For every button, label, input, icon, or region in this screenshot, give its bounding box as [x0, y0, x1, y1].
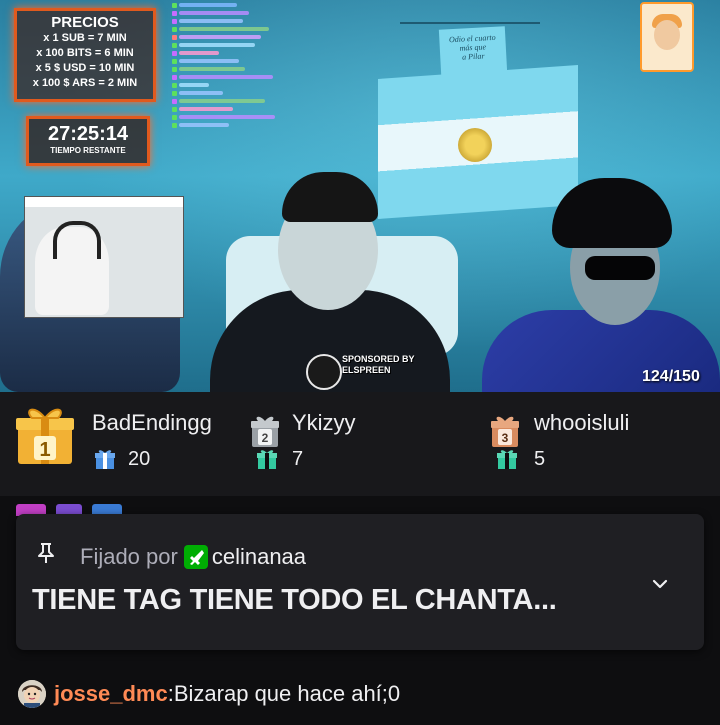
wall-poster-handwriting: Odio el cuarto más que a Pilar — [448, 32, 496, 62]
pinned-message-card[interactable]: Fijado por celinanaa TIENE TAG TIENE TODO… — [16, 514, 704, 650]
gift-icon — [497, 450, 517, 469]
leader-gifts-1: 20 — [128, 448, 151, 470]
sunglasses — [585, 256, 655, 280]
leader-gifts-2: 7 — [292, 448, 304, 470]
chat-username[interactable]: josse_dmc — [54, 681, 168, 707]
svg-text:2: 2 — [262, 431, 269, 445]
price-line-sub: x 1 SUB = 7 MIN — [43, 32, 127, 44]
leaderboard-entry-3[interactable]: 3 whooisluli 5 — [480, 404, 720, 484]
price-line-ars: x 100 $ ARS = 2 MIN — [32, 77, 138, 89]
viewer-count: 124/150 — [642, 368, 700, 385]
flag-sun-icon — [458, 128, 492, 162]
pinned-label: Fijado por — [80, 544, 178, 569]
pinned-message-text: TIENE TAG TIENE TODO EL CHANTA... — [32, 584, 557, 616]
price-line-usd: x 5 $ USD = 10 MIN — [35, 62, 135, 74]
avatar-face — [654, 20, 680, 50]
leader-name-3: whooisluli — [534, 410, 630, 435]
sponsor-line2: ELSPREEN — [342, 365, 391, 375]
chat-text: Bizarap que hace ahí;0 — [173, 681, 401, 706]
user-avatar[interactable] — [18, 680, 46, 708]
webcam-caption — [25, 197, 183, 207]
leader-name-2: Ykizyy — [292, 410, 356, 435]
stream-chat-overlay — [172, 2, 282, 128]
sponsor-line1: SPONSORED BY — [342, 354, 415, 364]
avatar-cam — [640, 2, 694, 72]
rank-2-gift-icon: 2 — [251, 416, 279, 447]
subathon-timer: 27:25:14 TIEMPO RESTANTE — [26, 116, 150, 166]
pinned-user[interactable]: celinanaa — [212, 544, 306, 569]
leader-name-1: BadEndingg — [92, 410, 212, 435]
wall-shelf — [400, 0, 540, 24]
sponsor-text: SPONSORED BY ELSPREEN — [342, 354, 415, 376]
leaderboard-entry-1[interactable]: 1 BadEndingg 20 — [0, 404, 240, 484]
leaderboard-entry-2[interactable]: 2 Ykizyy 7 — [240, 404, 480, 484]
timer-label: TIEMPO RESTANTE — [50, 146, 126, 155]
wall-poster: Odio el cuarto más que a Pilar — [438, 26, 508, 76]
sponsor-logo-icon — [306, 354, 342, 390]
timer-value: 27:25:14 — [47, 123, 129, 145]
gift-icon — [95, 450, 115, 469]
avatar-face-icon — [18, 680, 46, 708]
gift-leaderboard: 1 BadEndingg 20 2 Ykizyy 7 3 whooisluli … — [0, 392, 720, 496]
gift-icon — [257, 450, 277, 469]
headset-icon — [53, 221, 101, 259]
prices-title: PRECIOS — [51, 14, 119, 31]
price-line-bits: x 100 BITS = 6 MIN — [36, 47, 134, 59]
chevron-down-icon[interactable] — [650, 574, 670, 594]
moderator-sword-icon — [183, 545, 208, 569]
svg-text:1: 1 — [39, 439, 50, 461]
pinned-by: Fijado por celinanaa — [80, 544, 306, 570]
sponsor-badge: SPONSORED BY ELSPREEN — [306, 350, 424, 390]
prices-panel: PRECIOS x 1 SUB = 7 MIN x 100 BITS = 6 M… — [14, 8, 156, 102]
chat-message: josse_dmc: Bizarap que hace ahí;0 — [18, 680, 400, 708]
webcam-inset — [24, 196, 184, 318]
leader-gifts-3: 5 — [534, 448, 546, 470]
svg-text:3: 3 — [502, 431, 509, 445]
rank-3-gift-icon: 3 — [491, 416, 519, 447]
rank-1-gift-icon: 1 — [16, 408, 74, 464]
stream-video[interactable]: Odio el cuarto más que a Pilar PRECIOS x 1… — [0, 0, 720, 392]
pin-icon — [38, 543, 54, 563]
